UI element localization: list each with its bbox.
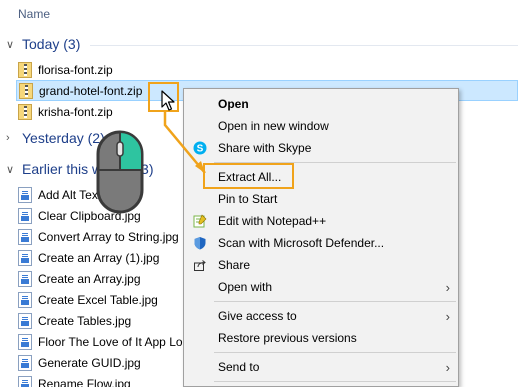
mouse-right-click-icon [96,130,144,214]
mouse-cursor-icon [161,90,175,111]
annotation-arrow-icon [163,112,206,174]
file-explorer: Name ∨ Today (3) florisa-font.zip grand-… [0,0,518,387]
